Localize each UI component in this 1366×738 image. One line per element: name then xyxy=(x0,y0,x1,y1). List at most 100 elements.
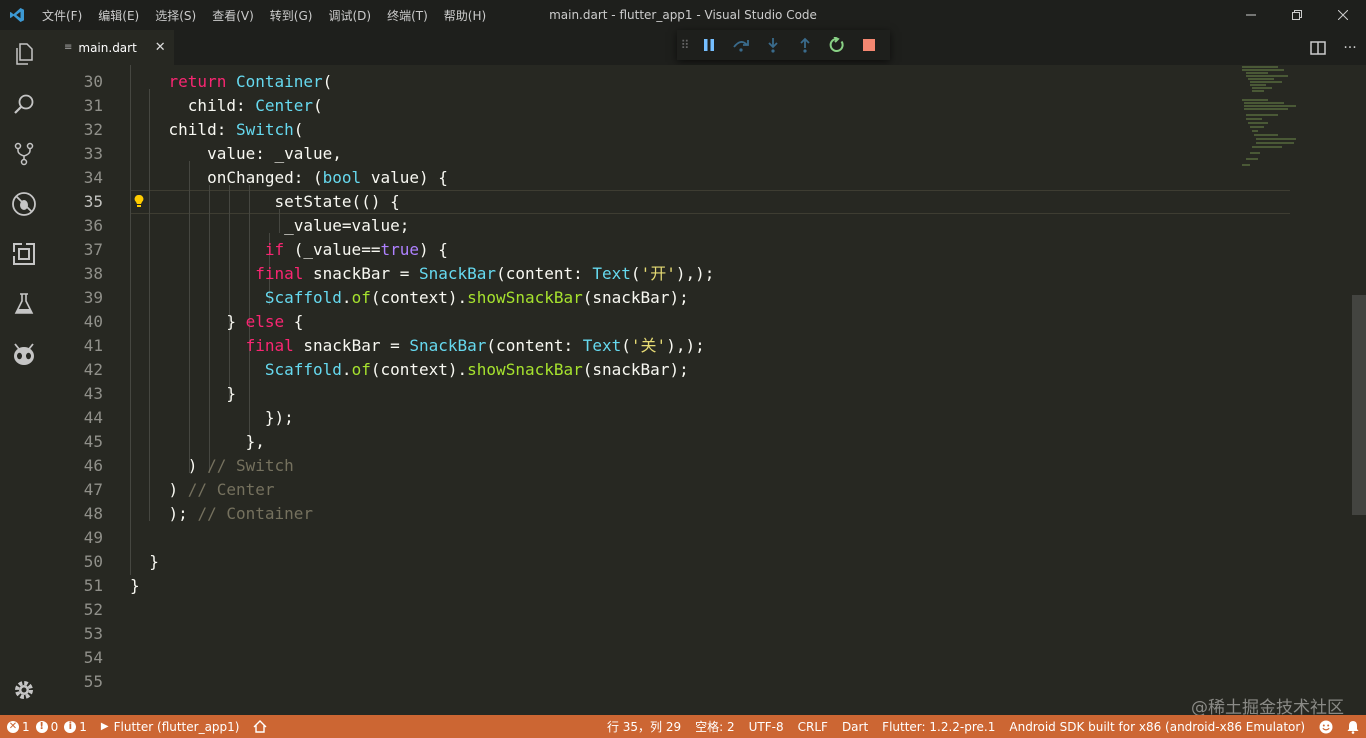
code-line[interactable]: 31 child: Center( xyxy=(48,94,1288,118)
code-line[interactable]: 38 final snackBar = SnackBar(content: Te… xyxy=(48,262,1288,286)
status-bar: ✕ 1 ! 0 i 1 ▶ Flutter (flutter_app1) 行 3… xyxy=(0,715,1366,738)
menu-file[interactable]: 文件(F) xyxy=(34,7,90,24)
menu-debug[interactable]: 调试(D) xyxy=(320,7,379,24)
code-text: } xyxy=(130,384,236,403)
language-mode[interactable]: Dart xyxy=(835,720,875,734)
code-line[interactable]: 49 xyxy=(48,526,1288,550)
code-line[interactable]: 52 xyxy=(48,598,1288,622)
code-line[interactable]: 39 Scaffold.of(context).showSnackBar(sna… xyxy=(48,286,1288,310)
menu-bar: 文件(F) 编辑(E) 选择(S) 查看(V) 转到(G) 调试(D) 终端(T… xyxy=(34,7,494,24)
code-line[interactable]: 32 child: Switch( xyxy=(48,118,1288,142)
alien-icon[interactable] xyxy=(0,330,48,378)
code-text: } xyxy=(130,552,159,571)
launch-config-label: Flutter (flutter_app1) xyxy=(113,719,240,734)
code-line[interactable]: 34 onChanged: (bool value) { xyxy=(48,166,1288,190)
settings-gear-icon[interactable] xyxy=(0,666,48,714)
title-bar: 文件(F) 编辑(E) 选择(S) 查看(V) 转到(G) 调试(D) 终端(T… xyxy=(0,0,1366,30)
minimize-icon[interactable] xyxy=(1228,0,1274,30)
line-number: 51 xyxy=(83,576,103,595)
minimap[interactable] xyxy=(1238,65,1308,175)
code-line[interactable]: 36 _value=value; xyxy=(48,214,1288,238)
pause-icon[interactable] xyxy=(693,30,725,60)
indentation[interactable]: 空格: 2 xyxy=(688,718,742,735)
more-actions-icon[interactable]: ··· xyxy=(1334,40,1366,56)
search-icon[interactable] xyxy=(0,80,48,128)
code-line[interactable]: 43 } xyxy=(48,382,1288,406)
code-text: } else { xyxy=(130,312,304,331)
code-text: if (_value==true) { xyxy=(264,240,448,259)
code-text: value: _value, xyxy=(130,144,342,163)
code-line[interactable]: 41 final snackBar = SnackBar(content: Te… xyxy=(48,334,1288,358)
code-line[interactable]: 51} xyxy=(48,574,1288,598)
end-of-line[interactable]: CRLF xyxy=(791,720,835,734)
test-flask-icon[interactable] xyxy=(0,280,48,328)
source-control-icon[interactable] xyxy=(0,130,48,178)
step-into-icon[interactable] xyxy=(757,30,789,60)
device-selector[interactable]: Android SDK built for x86 (android-x86 E… xyxy=(1002,720,1312,734)
code-text: setState(() { xyxy=(130,192,400,211)
extensions-icon[interactable] xyxy=(0,230,48,278)
line-number: 53 xyxy=(83,624,103,643)
restore-icon[interactable] xyxy=(1274,0,1320,30)
debug-icon[interactable] xyxy=(0,180,48,228)
code-line[interactable]: 40 } else { xyxy=(48,310,1288,334)
remote-home-icon[interactable] xyxy=(246,720,274,733)
line-number: 44 xyxy=(83,408,103,427)
error-icon: ✕ xyxy=(7,720,19,733)
code-line[interactable]: 45 }, xyxy=(48,430,1288,454)
vertical-scrollbar[interactable] xyxy=(1352,295,1366,515)
code-line[interactable]: 42 Scaffold.of(context).showSnackBar(sna… xyxy=(48,358,1288,382)
code-text: final snackBar = SnackBar(content: Text(… xyxy=(255,264,715,283)
menu-terminal[interactable]: 终端(T) xyxy=(379,7,436,24)
code-line[interactable]: 47 ) // Center xyxy=(48,478,1288,502)
code-line[interactable]: 46 ) // Switch xyxy=(48,454,1288,478)
line-number: 47 xyxy=(83,480,103,499)
step-out-icon[interactable] xyxy=(789,30,821,60)
split-editor-icon[interactable] xyxy=(1302,40,1334,55)
editor-actions: ··· xyxy=(1302,30,1366,65)
code-line[interactable]: 37 if (_value==true) { xyxy=(48,238,1288,262)
code-text: final snackBar = SnackBar(content: Text(… xyxy=(245,336,705,355)
line-number: 46 xyxy=(83,456,103,475)
menu-go[interactable]: 转到(G) xyxy=(262,7,321,24)
cursor-position[interactable]: 行 35，列 29 xyxy=(600,718,688,735)
line-number: 40 xyxy=(83,312,103,331)
dart-file-icon: ≡ xyxy=(64,42,73,53)
problems-indicator[interactable]: ✕ 1 ! 0 i 1 xyxy=(0,720,94,734)
menu-view[interactable]: 查看(V) xyxy=(204,7,262,24)
code-text: }); xyxy=(130,408,294,427)
code-line[interactable]: 53 xyxy=(48,622,1288,646)
step-over-icon[interactable] xyxy=(725,30,757,60)
restart-icon[interactable] xyxy=(821,30,853,60)
code-text: Scaffold.of(context).showSnackBar(snackB… xyxy=(264,360,689,379)
drag-handle-icon[interactable]: ⠿ xyxy=(677,38,693,52)
code-line[interactable]: 48 ); // Container xyxy=(48,502,1288,526)
code-line[interactable]: 35 setState(() { xyxy=(48,190,1288,214)
code-line[interactable]: 55 xyxy=(48,670,1288,694)
feedback-smiley-icon[interactable] xyxy=(1312,720,1340,734)
code-line[interactable]: 33 value: _value, xyxy=(48,142,1288,166)
flutter-version[interactable]: Flutter: 1.2.2-pre.1 xyxy=(875,720,1002,734)
close-icon[interactable] xyxy=(1320,0,1366,30)
line-number: 45 xyxy=(83,432,103,451)
menu-selection[interactable]: 选择(S) xyxy=(147,7,204,24)
code-editor[interactable]: 30 return Container(31 child: Center(32 … xyxy=(48,65,1366,715)
stop-icon[interactable] xyxy=(853,30,885,60)
code-text: } xyxy=(130,576,140,595)
code-line[interactable]: 50 } xyxy=(48,550,1288,574)
explorer-icon[interactable] xyxy=(0,30,48,78)
tab-close-icon[interactable]: ✕ xyxy=(155,40,166,55)
line-number: 48 xyxy=(83,504,103,523)
line-number: 43 xyxy=(83,384,103,403)
code-line[interactable]: 54 xyxy=(48,646,1288,670)
code-text: ); // Container xyxy=(130,504,314,523)
line-number: 31 xyxy=(83,96,103,115)
menu-edit[interactable]: 编辑(E) xyxy=(90,7,147,24)
menu-help[interactable]: 帮助(H) xyxy=(436,7,494,24)
encoding[interactable]: UTF-8 xyxy=(742,720,791,734)
code-line[interactable]: 44 }); xyxy=(48,406,1288,430)
code-line[interactable]: 30 return Container( xyxy=(48,70,1288,94)
tab-main-dart[interactable]: ≡ main.dart ✕ xyxy=(48,30,174,65)
launch-config[interactable]: ▶ Flutter (flutter_app1) xyxy=(94,720,247,734)
notifications-bell-icon[interactable] xyxy=(1340,720,1366,734)
